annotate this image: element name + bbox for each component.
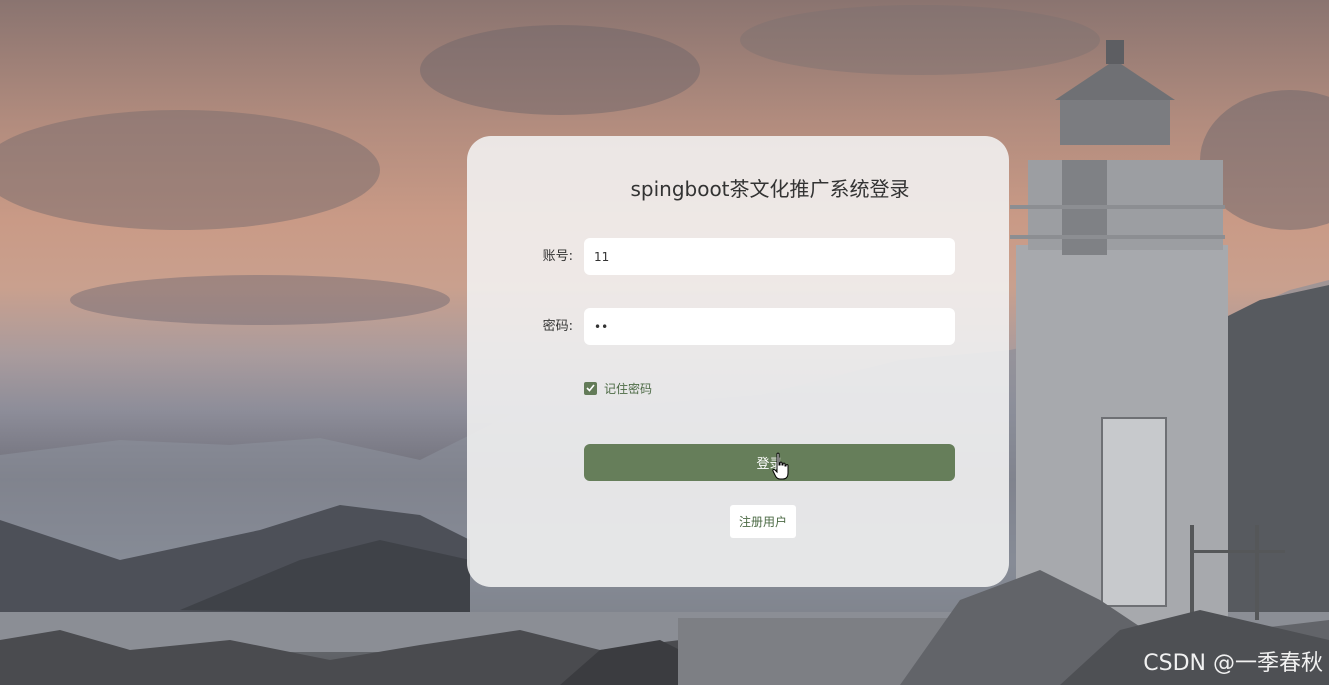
login-card: spingboot茶文化推广系统登录 账号: 密码: 记住密码 登录 注册用户 xyxy=(467,136,1009,587)
account-input[interactable] xyxy=(584,238,955,275)
account-label: 账号: xyxy=(542,249,573,264)
login-button[interactable]: 登录 xyxy=(584,444,955,481)
password-input[interactable] xyxy=(584,308,955,345)
account-row: 账号: xyxy=(467,238,1009,275)
check-icon xyxy=(586,384,595,392)
page-title: spingboot茶文化推广系统登录 xyxy=(630,177,910,201)
remember-label: 记住密码 xyxy=(604,381,653,396)
register-button[interactable]: 注册用户 xyxy=(730,505,797,538)
remember-checkbox[interactable] xyxy=(584,381,597,395)
password-row: 密码: xyxy=(467,308,1009,345)
password-label: 密码: xyxy=(542,319,573,334)
watermark: CSDN @一季春秋 xyxy=(1143,651,1323,676)
remember-password[interactable]: 记住密码 xyxy=(584,379,652,397)
